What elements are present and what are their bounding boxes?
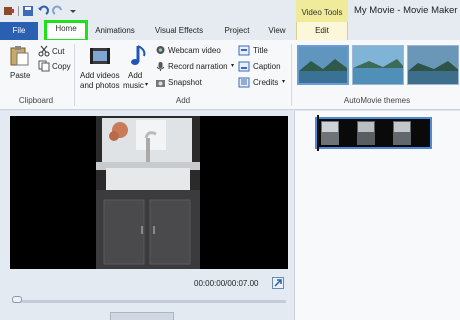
quick-access-toolbar — [3, 3, 79, 19]
tab-edit[interactable]: Edit — [296, 22, 348, 40]
copy-button-label[interactable]: Copy — [52, 62, 71, 71]
title-icon[interactable] — [238, 45, 250, 56]
snapshot-label[interactable]: Snapshot — [168, 78, 202, 87]
group-separator — [74, 44, 75, 106]
paste-button-label[interactable]: Paste — [10, 71, 30, 80]
timeline-clip[interactable] — [315, 117, 432, 149]
undo-icon[interactable] — [37, 5, 49, 17]
microphone-icon[interactable] — [155, 61, 166, 72]
automovie-group-label: AutoMovie themes — [343, 96, 411, 105]
add-videos-icon[interactable] — [88, 44, 112, 68]
add-group-label: Add — [175, 96, 191, 105]
seek-slider-thumb[interactable] — [12, 296, 22, 303]
add-music-dropdown-icon[interactable]: ▾ — [145, 81, 148, 88]
automovie-theme-thumbnail[interactable] — [352, 45, 404, 85]
kitchen-sink-image — [96, 116, 200, 269]
expand-icon — [274, 279, 282, 287]
cut-icon[interactable] — [38, 45, 50, 57]
tab-project[interactable]: Project — [218, 22, 256, 40]
add-videos-label-line2[interactable]: and photos — [80, 81, 120, 90]
app-icon — [4, 7, 14, 15]
timeline-playhead[interactable] — [317, 115, 319, 151]
theme-landscape-image — [408, 46, 458, 84]
record-narration-label[interactable]: Record narration — [168, 62, 228, 71]
tab-animations[interactable]: Animations — [92, 22, 138, 40]
add-videos-label-line1[interactable]: Add videos — [80, 71, 120, 80]
credits-label[interactable]: Credits — [253, 78, 278, 87]
theme-landscape-image — [353, 46, 403, 84]
expand-preview-button[interactable] — [272, 277, 284, 289]
add-music-label-line1[interactable]: Add — [128, 71, 142, 80]
seek-bar[interactable] — [12, 300, 286, 303]
theme-landscape-image — [299, 47, 347, 83]
redo-icon[interactable] — [52, 5, 64, 17]
video-preview-frame — [96, 116, 200, 269]
paste-icon[interactable] — [8, 45, 30, 67]
customize-toolbar-icon[interactable] — [67, 5, 79, 17]
qat-separator — [18, 6, 19, 16]
record-narration-dropdown-icon[interactable]: ▾ — [231, 62, 234, 69]
tab-visual-effects[interactable]: Visual Effects — [150, 22, 208, 40]
cut-button-label[interactable]: Cut — [52, 47, 64, 56]
credits-dropdown-icon[interactable]: ▾ — [282, 78, 285, 85]
caption-label[interactable]: Caption — [253, 62, 281, 71]
webcam-icon[interactable] — [155, 45, 166, 56]
automovie-theme-thumbnail[interactable] — [407, 45, 459, 85]
clip-filmstrip — [317, 119, 430, 147]
automovie-theme-thumbnail[interactable] — [297, 45, 349, 85]
playback-controls[interactable] — [110, 312, 174, 320]
tab-home[interactable]: Home — [44, 20, 88, 42]
music-note-icon[interactable] — [130, 44, 150, 68]
webcam-video-label[interactable]: Webcam video — [168, 46, 221, 55]
snapshot-icon[interactable] — [155, 77, 166, 88]
window-title: My Movie - Movie Maker — [354, 5, 458, 16]
credits-icon[interactable] — [238, 77, 250, 88]
group-separator — [291, 44, 292, 106]
tab-file[interactable]: File — [0, 22, 38, 40]
playback-time: 00:00:00/00:07.00 — [194, 279, 259, 288]
clipboard-group-label: Clipboard — [18, 96, 54, 105]
caption-icon[interactable] — [238, 61, 250, 72]
add-music-label-line2[interactable]: music — [123, 81, 144, 90]
title-label[interactable]: Title — [253, 46, 268, 55]
save-icon[interactable] — [22, 5, 34, 17]
copy-icon[interactable] — [38, 60, 50, 72]
tab-view[interactable]: View — [262, 22, 292, 40]
